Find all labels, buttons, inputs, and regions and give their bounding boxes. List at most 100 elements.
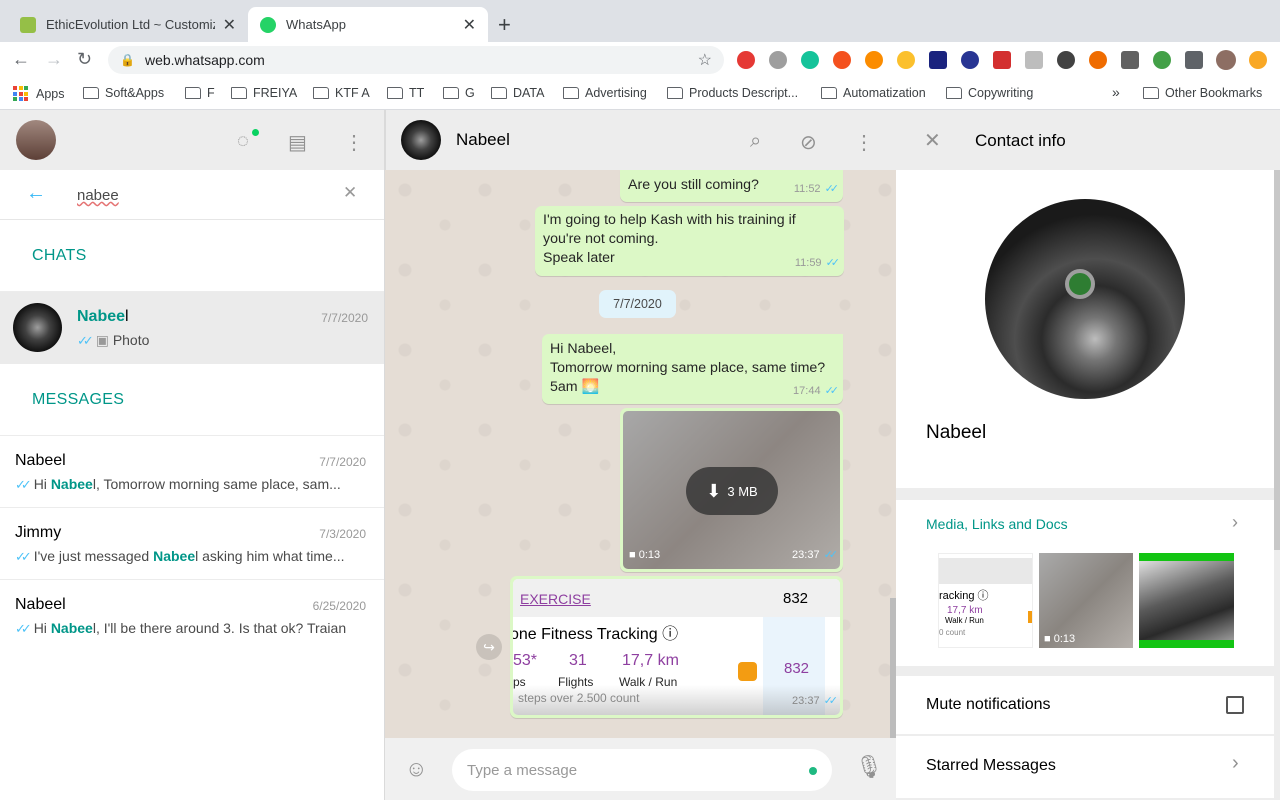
puzzle-icon[interactable] [1185,51,1203,69]
contact-info-header: ✕ Contact info [896,110,1280,170]
back-arrow-icon[interactable]: ← [26,182,46,205]
bookmark-label: Automatization [843,86,926,100]
message-result-row[interactable]: Nabeel 7/7/2020 ✓✓ Hi Nabeel, Tomorrow m… [0,436,384,508]
composer: ☺ Type a message 🎙 [385,738,896,800]
bookmark-folder[interactable]: Advertising [563,86,647,100]
contact-info-scrollbar[interactable] [1274,170,1280,550]
chevron-right-icon[interactable]: › [1232,752,1239,775]
chevron-right-icon[interactable]: › [1232,512,1238,533]
emoji-icon[interactable]: ☺ [405,756,427,782]
extension-icon[interactable] [897,51,915,69]
media-thumbnail[interactable]: ■ 0:13 [1039,553,1133,648]
new-tab-icon[interactable]: + [498,12,511,38]
extension-icon[interactable] [1089,51,1107,69]
my-avatar[interactable] [16,120,56,160]
bookmark-folder[interactable]: Copywriting [946,86,1033,100]
close-icon[interactable]: ✕ [924,128,941,153]
preview-text: I've just messaged [33,548,154,564]
download-icon: ⬇ [706,480,722,501]
tab-whatsapp[interactable]: WhatsApp ✕ [248,7,488,42]
bookmark-folder[interactable]: Automatization [821,86,926,100]
extension-icon[interactable] [961,51,979,69]
status-icon[interactable]: ◌ [237,130,249,153]
contact-photo[interactable] [985,199,1185,399]
new-chat-icon[interactable]: ▤ [288,130,307,155]
grammarly-icon[interactable] [801,51,819,69]
bookmark-folder[interactable]: G [443,86,475,100]
mute-label: Mute notifications [926,696,1051,713]
media-thumbnail[interactable] [1139,553,1234,648]
outgoing-video-message[interactable]: ⬇ 3 MB ■ 0:13 23:37 ✓✓ [620,408,843,572]
bookmarks-overflow-button[interactable]: » [1112,84,1120,100]
message-result-row[interactable]: Nabeel 6/25/2020 ✓✓ Hi Nabeel, I'll be t… [0,580,384,652]
bookmark-other[interactable]: Other Bookmarks [1143,86,1262,100]
contact-profile-card: Nabeel [896,170,1274,488]
message-list[interactable]: Are you still coming? 11:52 ✓✓ I'm going … [385,170,896,738]
exercise-screenshot[interactable]: EXERCISE 832 one Fitness Tracking ⓘ 53* … [513,579,840,715]
back-icon[interactable]: ← [12,49,30,70]
menu-dots-icon[interactable]: ⋮ [344,130,364,155]
reload-icon[interactable]: ↻ [77,49,92,70]
attach-icon[interactable]: ⊘ [800,130,817,155]
contact-avatar[interactable] [401,120,441,160]
tab-title: WhatsApp [286,17,346,32]
clear-search-icon[interactable]: ✕ [343,183,357,203]
extension-icon[interactable] [737,51,755,69]
outgoing-message[interactable]: I'm going to help Kash with his training… [535,206,844,276]
media-thumbnail[interactable]: racking ⓘ 17,7 km Walk / Run 0 count [938,553,1033,648]
extension-icon[interactable] [1153,51,1171,69]
download-button[interactable]: ⬇ 3 MB [686,467,778,515]
outgoing-image-message[interactable]: EXERCISE 832 one Fitness Tracking ⓘ 53* … [510,576,843,718]
profile-avatar[interactable] [1216,50,1236,70]
video-thumbnail[interactable]: ⬇ 3 MB ■ 0:13 23:37 ✓✓ [623,411,840,569]
search-icon[interactable]: ⌕ [750,130,761,153]
microphone-icon[interactable]: 🎙 [855,754,883,780]
message-meta: 11:52 ✓✓ [794,180,839,199]
video-size: 3 MB [727,483,758,499]
extension-icon[interactable] [929,51,947,69]
message-sender: Jimmy [15,524,62,541]
bookmark-folder[interactable]: F [185,86,215,100]
forward-button[interactable]: ↪ [476,634,502,660]
close-tab-icon[interactable]: ✕ [223,15,236,35]
update-alert-icon[interactable] [1249,51,1267,69]
outgoing-message[interactable]: Are you still coming? 11:52 ✓✓ [620,170,843,202]
menu-dots-icon[interactable]: ⋮ [854,130,874,155]
extension-icon[interactable] [1057,51,1075,69]
bookmark-folder[interactable]: TT [387,86,424,100]
bookmark-star-icon[interactable]: ☆ [698,50,712,70]
forward-icon[interactable]: → [45,49,63,70]
bookmark-folder[interactable]: Products Descript... [667,86,798,100]
bookmark-apps[interactable]: Apps [13,86,65,101]
extension-icon[interactable] [833,51,851,69]
starred-messages-row[interactable]: Starred Messages › [896,736,1274,798]
media-links-docs-link[interactable]: Media, Links and Docs [926,516,1068,532]
chat-preview: ✓✓ ▣ Photo [77,332,149,349]
conversation-header[interactable]: Nabeel ⌕ ⊘ ⋮ [385,110,896,170]
url-input[interactable]: 🔒 web.whatsapp.com ☆ [108,46,724,74]
bookmark-folder[interactable]: Soft&Apps [83,86,164,100]
message-result-row[interactable]: Jimmy 7/3/2020 ✓✓ I've just messaged Nab… [0,508,384,580]
close-tab-icon[interactable]: ✕ [463,15,476,35]
search-input[interactable]: nabee [77,187,119,204]
extension-icon[interactable] [993,51,1011,69]
distance-value: 17,7 km [622,652,679,669]
bookmark-label: Copywriting [968,86,1034,100]
mute-row[interactable]: Mute notifications [896,676,1274,734]
bookmark-folder[interactable]: KTF A [313,86,370,100]
outgoing-message[interactable]: Hi Nabeel, Tomorrow morning same place, … [542,334,843,404]
bookmark-folder[interactable]: FREIYA [231,86,297,100]
extension-icon[interactable] [1025,51,1043,69]
camera-icon: ▣ [95,332,109,348]
message-preview: ✓✓ Hi Nabeel, Tomorrow morning same plac… [15,476,360,493]
bookmark-label: Advertising [585,86,647,100]
url-text: web.whatsapp.com [144,52,265,68]
extension-icon[interactable] [865,51,883,69]
chat-result-row[interactable]: Nabeel 7/7/2020 ✓✓ ▣ Photo [0,292,384,364]
mute-checkbox[interactable] [1226,696,1244,714]
bookmark-folder[interactable]: DATA [491,86,544,100]
extension-icon[interactable] [1121,51,1139,69]
tab-ethicevolution[interactable]: EthicEvolution Ltd ~ Customize ✕ [8,7,248,42]
extension-icon[interactable] [769,51,787,69]
message-input[interactable]: Type a message [452,749,832,791]
